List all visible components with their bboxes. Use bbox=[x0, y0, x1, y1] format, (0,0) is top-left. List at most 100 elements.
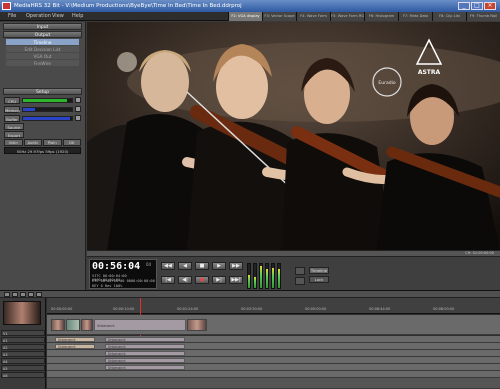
track-header-a1[interactable]: A1 bbox=[1, 337, 45, 343]
tab-meta-data[interactable]: F7: Meta Data bbox=[398, 12, 432, 21]
orchestra-frame: Euradio ASTRA bbox=[87, 22, 500, 250]
memory-meter: Memory bbox=[4, 105, 81, 113]
clip-label: Unbenannt bbox=[97, 324, 115, 328]
audio-clip[interactable]: Unbenannt bbox=[55, 337, 95, 342]
export-button[interactable]: Export bbox=[4, 131, 24, 138]
reverse-play-button[interactable]: ◀ bbox=[178, 262, 192, 270]
audin-button[interactable]: AudIn bbox=[23, 139, 42, 146]
plain-button[interactable]: PlaIn bbox=[43, 139, 62, 146]
track-header-a3[interactable]: A3 bbox=[1, 351, 45, 357]
audio-clip[interactable]: Unbenannt bbox=[105, 351, 185, 356]
clip-label: Unbenannt bbox=[58, 345, 76, 349]
tool-button[interactable] bbox=[36, 292, 42, 297]
vu-meter bbox=[253, 263, 257, 289]
vu-meter bbox=[259, 263, 263, 289]
menu-view[interactable]: View bbox=[52, 12, 64, 21]
buffer-meter-fill bbox=[23, 116, 70, 120]
source-button[interactable]: Source bbox=[4, 123, 24, 130]
timecode-frames: 04 bbox=[146, 262, 152, 267]
rewind-button[interactable]: ◀◀ bbox=[161, 262, 175, 270]
buffer-meter-button[interactable] bbox=[75, 115, 81, 121]
video-preview[interactable]: Euradio ASTRA bbox=[87, 22, 500, 250]
vu-meter bbox=[277, 263, 281, 289]
audio-track bbox=[47, 371, 500, 378]
menu-help[interactable]: Help bbox=[72, 12, 83, 21]
output-item-timeline[interactable]: Timeline bbox=[6, 39, 79, 46]
output-item-vga-out[interactable]: VGA Out bbox=[6, 53, 79, 60]
go-end-button[interactable]: ▶▶| bbox=[229, 276, 243, 284]
title-bar: MediaHRS 32 Bit - V:\Medium Productions\… bbox=[0, 0, 500, 12]
tool-button[interactable] bbox=[28, 292, 34, 297]
cpu-meter-fill bbox=[23, 98, 68, 102]
timeline-scroll-area[interactable] bbox=[47, 378, 500, 389]
menu-operation[interactable]: Operation bbox=[26, 12, 51, 21]
track-header-v1[interactable]: V1 bbox=[1, 330, 45, 336]
ruler-tick: 00:03:30:00 bbox=[241, 307, 263, 311]
track-header-a2[interactable]: A2 bbox=[1, 344, 45, 350]
output-item-firewire[interactable]: FireWire bbox=[6, 60, 79, 67]
tool-button[interactable] bbox=[12, 292, 18, 297]
tab-vector-scope[interactable]: F3: Vector Scope bbox=[262, 12, 296, 21]
tab-thumb-nail[interactable]: F9: Thumb Nail bbox=[466, 12, 500, 21]
source-thumbnail[interactable] bbox=[3, 301, 41, 325]
vu-meter bbox=[271, 263, 275, 289]
memory-meter-button[interactable] bbox=[75, 106, 81, 112]
transport-panel: 00:56:04 04 VITC 00:00:04:00 0000:00:00:… bbox=[87, 256, 500, 290]
audio-clip[interactable]: Unbenannt bbox=[105, 365, 185, 370]
video-clip[interactable] bbox=[81, 319, 93, 331]
lock-button[interactable]: Lock bbox=[309, 276, 329, 283]
tab-histogram[interactable]: F6: Histogram bbox=[364, 12, 398, 21]
play-button[interactable]: ▶ bbox=[212, 262, 226, 270]
ltc-line: LTC 00:00:04:00 0000:00:00:00 bbox=[92, 279, 155, 283]
setup-section-header[interactable]: Setup bbox=[3, 88, 82, 95]
fast-forward-button[interactable]: ▶▶ bbox=[229, 262, 243, 270]
minimize-button[interactable]: _ bbox=[458, 2, 470, 10]
track-header-a4[interactable]: A4 bbox=[1, 358, 45, 364]
key-line: KEY 0 Rev 100% bbox=[92, 284, 123, 288]
timecode-main: 00:56:04 bbox=[92, 261, 141, 272]
tab-vga-display[interactable]: F2: VGA display bbox=[228, 12, 262, 21]
video-clip[interactable] bbox=[51, 319, 65, 331]
track-header-a5[interactable]: A5 bbox=[1, 365, 45, 371]
menu-file[interactable]: File bbox=[8, 12, 16, 21]
maximize-button[interactable]: □ bbox=[471, 2, 483, 10]
tab-wave-form[interactable]: F4: Wave Form bbox=[296, 12, 330, 21]
audio-clip[interactable]: Unbenannt bbox=[55, 344, 95, 349]
tab-clip-list[interactable]: F8: Clip List bbox=[432, 12, 466, 21]
video-track: Unbenannt bbox=[47, 315, 500, 335]
input-section-header[interactable]: Input bbox=[3, 23, 82, 30]
audio-clip[interactable]: Unbenannt bbox=[105, 344, 185, 349]
video-clip[interactable] bbox=[66, 319, 80, 331]
record-button[interactable]: ● bbox=[195, 276, 209, 284]
timeline-ruler[interactable]: 00:00:00:00 00:00:10:00 00:01:24:00 00:0… bbox=[47, 298, 500, 314]
video-clip[interactable]: Unbenannt bbox=[94, 319, 186, 331]
clip-label: Unbenannt bbox=[108, 345, 126, 349]
jog-right-button[interactable] bbox=[295, 277, 305, 285]
step-forward-button[interactable]: ▶| bbox=[212, 276, 226, 284]
format-info: 50Hz 29.97fps 59ps (1920) bbox=[4, 147, 81, 154]
cpu-meter-button[interactable] bbox=[75, 97, 81, 103]
clip-label: Unbenannt bbox=[108, 366, 126, 370]
clip-label: Unbenannt bbox=[108, 352, 126, 356]
go-start-button[interactable]: |◀ bbox=[161, 276, 175, 284]
tool-button[interactable] bbox=[4, 292, 10, 297]
dtl-button[interactable]: Dtl bbox=[62, 139, 81, 146]
step-back-button[interactable]: ◀| bbox=[178, 276, 192, 284]
output-section-header[interactable]: Output bbox=[3, 31, 82, 38]
ruler-tick: 00:05:00:00 bbox=[305, 307, 327, 311]
stop-button[interactable]: ■ bbox=[195, 262, 209, 270]
mode-dropdown[interactable]: Timeline bbox=[309, 267, 329, 274]
audio-clip[interactable]: Unbenannt bbox=[105, 358, 185, 363]
track-header-a6[interactable]: A6 bbox=[1, 372, 45, 378]
vidin-button[interactable]: VidIn bbox=[4, 139, 23, 146]
jog-left-button[interactable] bbox=[295, 267, 305, 275]
audio-clip[interactable]: Unbenannt bbox=[105, 337, 185, 342]
close-button[interactable]: × bbox=[484, 2, 496, 10]
tab-wave-form-rgb[interactable]: F5: Wave Form RGB bbox=[330, 12, 364, 21]
buffer-label: Buffer bbox=[4, 114, 20, 122]
video-clip[interactable] bbox=[187, 319, 207, 331]
tool-button[interactable] bbox=[20, 292, 26, 297]
input-toggle-row: VidIn AudIn PlaIn Dtl bbox=[4, 139, 81, 146]
cpu-meter: CPU bbox=[4, 96, 81, 104]
output-item-edl[interactable]: Edit Decision List bbox=[6, 46, 79, 53]
